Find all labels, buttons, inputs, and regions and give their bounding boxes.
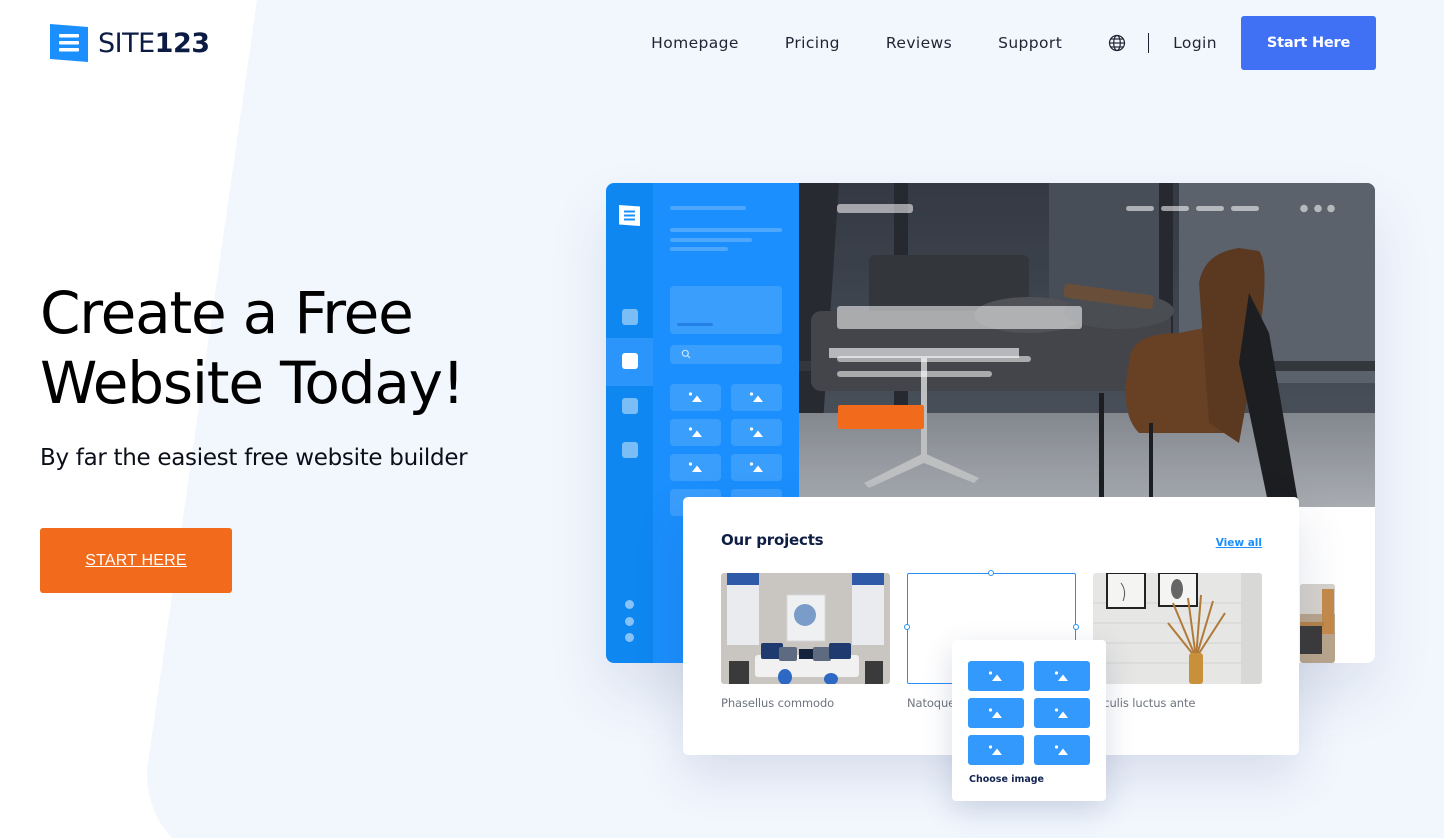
- placeholder-line: [670, 206, 746, 210]
- rail-square-icon: [622, 442, 638, 458]
- panel-image-tile: [670, 419, 721, 446]
- image-placeholder-icon: [688, 388, 704, 407]
- image-placeholder-icon: [749, 458, 765, 477]
- image-chooser-popup: Choose image: [952, 640, 1106, 801]
- placeholder-line: [670, 247, 728, 251]
- choose-image-label[interactable]: Choose image: [969, 774, 1044, 785]
- start-here-button[interactable]: Start Here: [1241, 16, 1376, 70]
- image-placeholder-icon: [749, 423, 765, 442]
- choose-image-tile[interactable]: [968, 735, 1024, 765]
- hero-title-line-1: Create a Free: [40, 279, 414, 347]
- panel-image-tile: [670, 384, 721, 411]
- project-label: Natoque: [907, 696, 956, 710]
- image-placeholder-icon: [688, 423, 704, 442]
- image-placeholder-icon: [988, 741, 1004, 760]
- image-placeholder-icon: [749, 388, 765, 407]
- panel-image-tile: [731, 419, 782, 446]
- hero-title: Create a Free Website Today!: [40, 278, 560, 418]
- panel-image-tile: [731, 454, 782, 481]
- image-placeholder-icon: [988, 704, 1004, 723]
- image-placeholder-icon: [988, 667, 1004, 686]
- project-thumbnail-dried-flowers[interactable]: [1093, 573, 1262, 684]
- site-logo[interactable]: SITE123: [48, 22, 210, 64]
- nav-reviews[interactable]: Reviews: [886, 34, 952, 52]
- choose-image-tile[interactable]: [1034, 698, 1090, 728]
- hero-start-here-button[interactable]: START HERE: [40, 528, 232, 593]
- image-placeholder-icon: [688, 458, 704, 477]
- rail-dot-icon: [625, 600, 634, 609]
- globe-icon[interactable]: [1108, 34, 1126, 52]
- resize-handle[interactable]: [904, 624, 910, 630]
- nav-divider: [1148, 33, 1150, 53]
- project-thumbnail-living-room[interactable]: [721, 573, 890, 684]
- hero-subtitle: By far the easiest free website builder: [40, 445, 468, 471]
- choose-image-tile[interactable]: [968, 661, 1024, 691]
- site123-logo-icon: [50, 24, 88, 62]
- image-placeholder-icon: [1054, 741, 1070, 760]
- placeholder-line: [670, 228, 782, 232]
- panel-image-tile: [670, 454, 721, 481]
- resize-handle[interactable]: [1073, 624, 1079, 630]
- hero-title-line-2: Website Today!: [40, 349, 465, 417]
- hero-photo-office-chair: [799, 183, 1375, 507]
- image-placeholder-icon: [1054, 667, 1070, 686]
- rail-square-icon: [622, 309, 638, 325]
- project-label: Iaculis luctus ante: [1093, 696, 1196, 710]
- login-link[interactable]: Login: [1173, 34, 1217, 52]
- panel-search: [670, 345, 782, 364]
- rail-dot-icon: [625, 633, 634, 642]
- projects-title: Our projects: [721, 531, 824, 549]
- rail-square-icon: [622, 398, 638, 414]
- choose-image-tile[interactable]: [1034, 661, 1090, 691]
- nav-pricing[interactable]: Pricing: [785, 34, 840, 52]
- editor-icon-rail: [606, 183, 653, 663]
- image-placeholder-icon: [1054, 704, 1070, 723]
- view-all-link[interactable]: View all: [1216, 537, 1262, 549]
- choose-image-tile[interactable]: [968, 698, 1024, 728]
- main-nav: Homepage Pricing Reviews Support Login S…: [651, 16, 1376, 70]
- placeholder-line: [670, 238, 752, 242]
- project-label: Phasellus commodo: [721, 696, 835, 710]
- nav-homepage[interactable]: Homepage: [651, 34, 739, 52]
- rail-square-icon-active: [622, 353, 638, 369]
- partial-thumbnail: [1300, 584, 1335, 663]
- resize-handle[interactable]: [988, 570, 994, 576]
- choose-image-tile[interactable]: [1034, 735, 1090, 765]
- logo-wordmark: SITE123: [98, 27, 210, 59]
- panel-image-tile: [731, 384, 782, 411]
- rail-dot-icon: [625, 617, 634, 626]
- site123-logo-icon: [619, 205, 640, 226]
- search-icon: [681, 349, 691, 359]
- placeholder-box: [670, 286, 782, 334]
- nav-support[interactable]: Support: [998, 34, 1062, 52]
